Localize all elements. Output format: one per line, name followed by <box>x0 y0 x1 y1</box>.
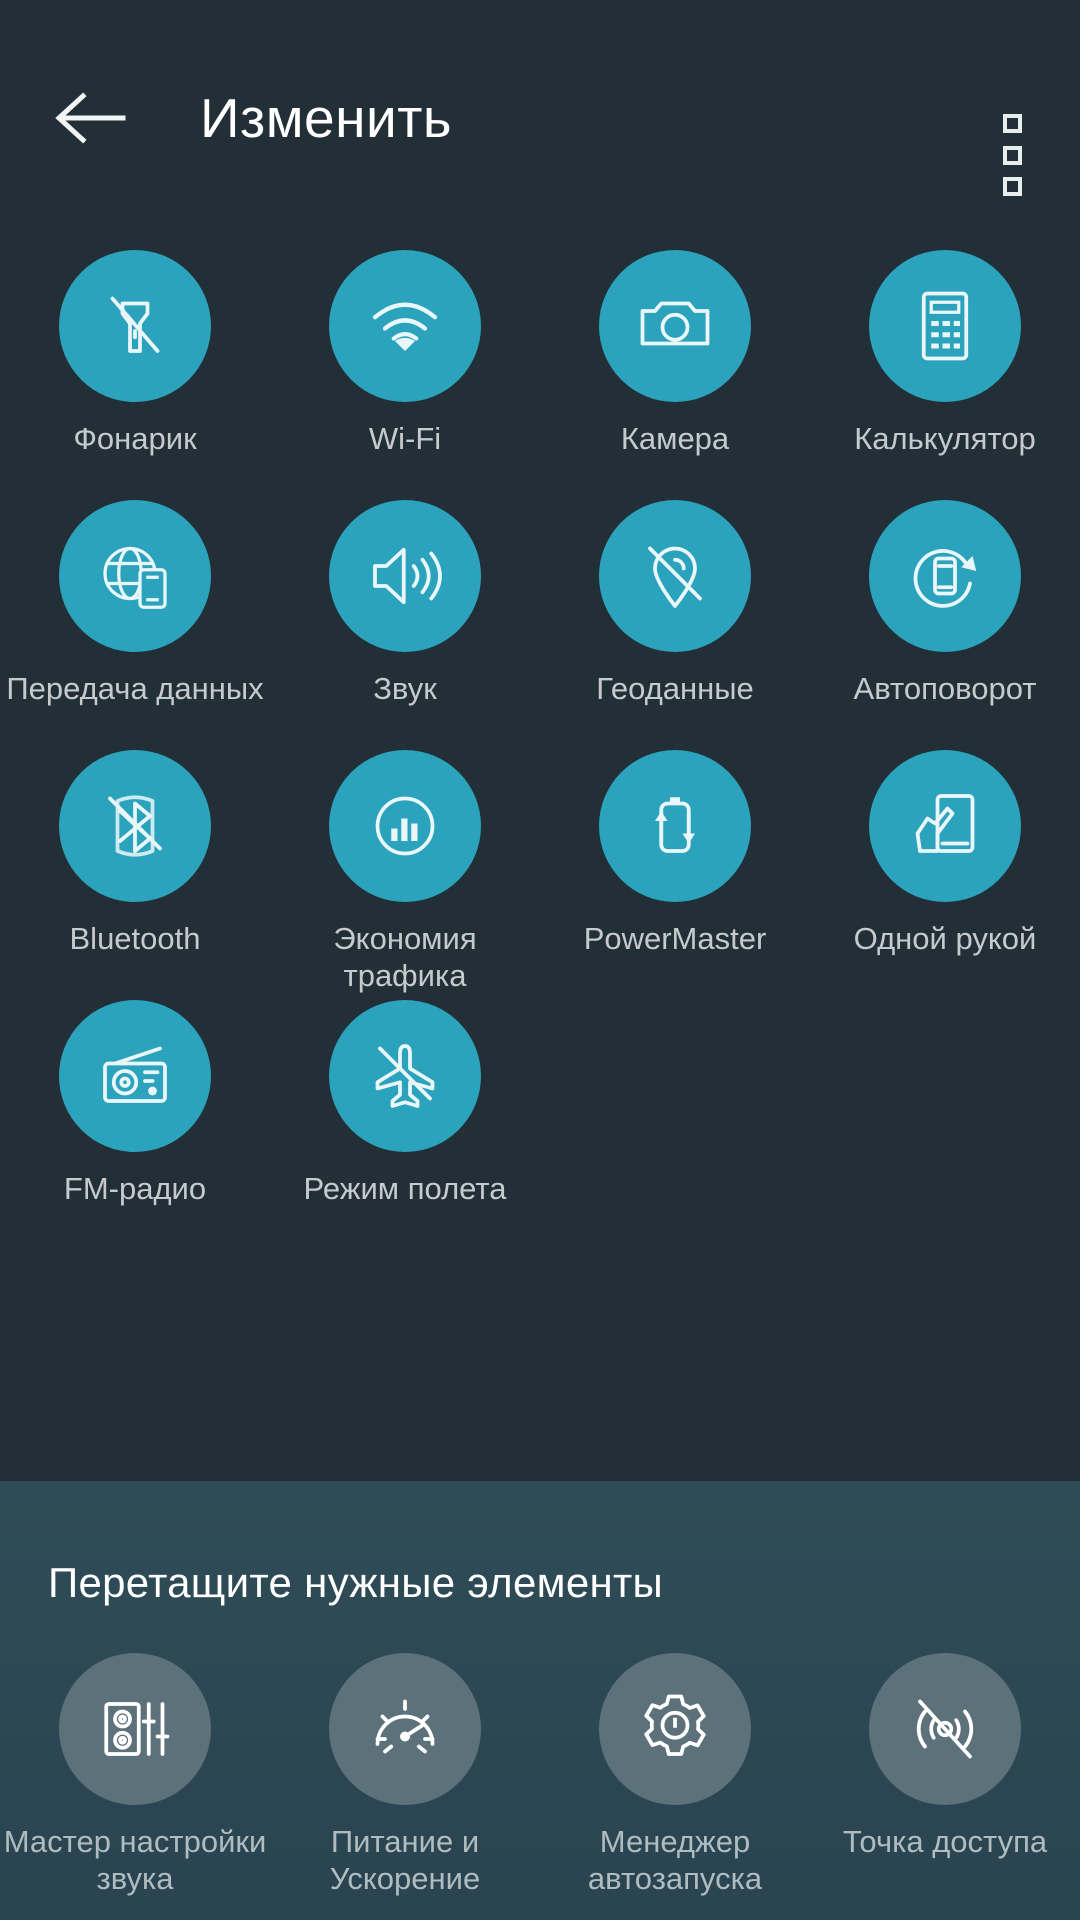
tile-label: Питание и Ускорение <box>329 1824 481 1896</box>
tile-bluetooth[interactable]: Bluetooth <box>0 750 270 1000</box>
data-saver-icon <box>329 750 481 902</box>
speedometer-icon <box>329 1653 481 1805</box>
tile-airplane-mode[interactable]: Режим полета <box>270 1000 540 1250</box>
tile-auto-rotate[interactable]: Автоповорот <box>810 500 1080 750</box>
tile-label: Одной рукой <box>853 921 1037 956</box>
back-button[interactable] <box>30 58 150 178</box>
app-bar: Изменить <box>0 0 1080 235</box>
tile-label: Режим полета <box>303 1171 507 1206</box>
tray-tile-hotspot[interactable]: Точка доступа <box>810 1653 1080 1920</box>
overflow-menu-icon[interactable] <box>982 110 1042 200</box>
tile-label: Bluetooth <box>69 921 201 956</box>
tile-flashlight[interactable]: Фонарик <box>0 250 270 500</box>
sound-icon <box>329 500 481 652</box>
tile-label: Камера <box>620 421 730 456</box>
tray-tile-audio-wizard[interactable]: Мастер настройки звука <box>0 1653 270 1920</box>
fm-radio-icon <box>59 1000 211 1152</box>
hotspot-off-icon <box>869 1653 1021 1805</box>
active-tiles-grid: Фонарик Wi-Fi Камера Калькулятор Передач… <box>0 250 1080 1250</box>
wifi-icon <box>329 250 481 402</box>
tile-label: Автоповорот <box>853 671 1037 706</box>
tile-label: Геоданные <box>596 671 754 706</box>
tile-label: Точка доступа <box>842 1824 1048 1859</box>
tile-one-handed[interactable]: Одной рукой <box>810 750 1080 1000</box>
tray-tile-power-boost[interactable]: Питание и Ускорение <box>270 1653 540 1920</box>
location-off-icon <box>599 500 751 652</box>
tile-mobile-data[interactable]: Передача данных <box>0 500 270 750</box>
audio-wizard-icon <box>59 1653 211 1805</box>
page-title: Изменить <box>200 86 453 149</box>
tile-label: Фонарик <box>73 421 197 456</box>
tile-label: Wi-Fi <box>368 421 442 456</box>
tile-wifi[interactable]: Wi-Fi <box>270 250 540 500</box>
flashlight-off-icon <box>59 250 211 402</box>
auto-rotate-icon <box>869 500 1021 652</box>
tile-sound[interactable]: Звук <box>270 500 540 750</box>
tile-fm-radio[interactable]: FM-радио <box>0 1000 270 1250</box>
available-tiles-grid: Мастер настройки звука Питание и Ускорен… <box>0 1653 1080 1920</box>
tile-label: FM-радио <box>63 1171 207 1206</box>
quick-settings-edit-screen: Изменить Фонарик Wi-Fi Камера Калькулято… <box>0 0 1080 1920</box>
airplane-off-icon <box>329 1000 481 1152</box>
power-master-icon <box>599 750 751 902</box>
tile-label: Менеджер автозапуска <box>587 1824 763 1896</box>
tile-label: Мастер настройки звука <box>3 1824 267 1896</box>
tile-camera[interactable]: Камера <box>540 250 810 500</box>
overflow-dot <box>1002 114 1022 133</box>
tray-tile-auto-start-manager[interactable]: Менеджер автозапуска <box>540 1653 810 1920</box>
mobile-data-icon <box>59 500 211 652</box>
tile-label: Передача данных <box>6 671 264 706</box>
overflow-dot <box>1002 145 1022 165</box>
camera-icon <box>599 250 751 402</box>
tile-calculator[interactable]: Калькулятор <box>810 250 1080 500</box>
calculator-icon <box>869 250 1021 402</box>
one-handed-icon <box>869 750 1021 902</box>
tile-location[interactable]: Геоданные <box>540 500 810 750</box>
bluetooth-off-icon <box>59 750 211 902</box>
drag-hint-text: Перетащите нужные элементы <box>48 1559 663 1606</box>
tile-label: PowerMaster <box>583 921 767 956</box>
tile-data-saver[interactable]: Экономия трафика <box>270 750 540 1000</box>
auto-start-manager-icon <box>599 1653 751 1805</box>
tile-powermaster[interactable]: PowerMaster <box>540 750 810 1000</box>
tile-label: Звук <box>373 671 437 706</box>
tile-label: Экономия трафика <box>333 921 477 993</box>
overflow-dot <box>1002 177 1022 196</box>
tile-label: Калькулятор <box>854 421 1036 456</box>
